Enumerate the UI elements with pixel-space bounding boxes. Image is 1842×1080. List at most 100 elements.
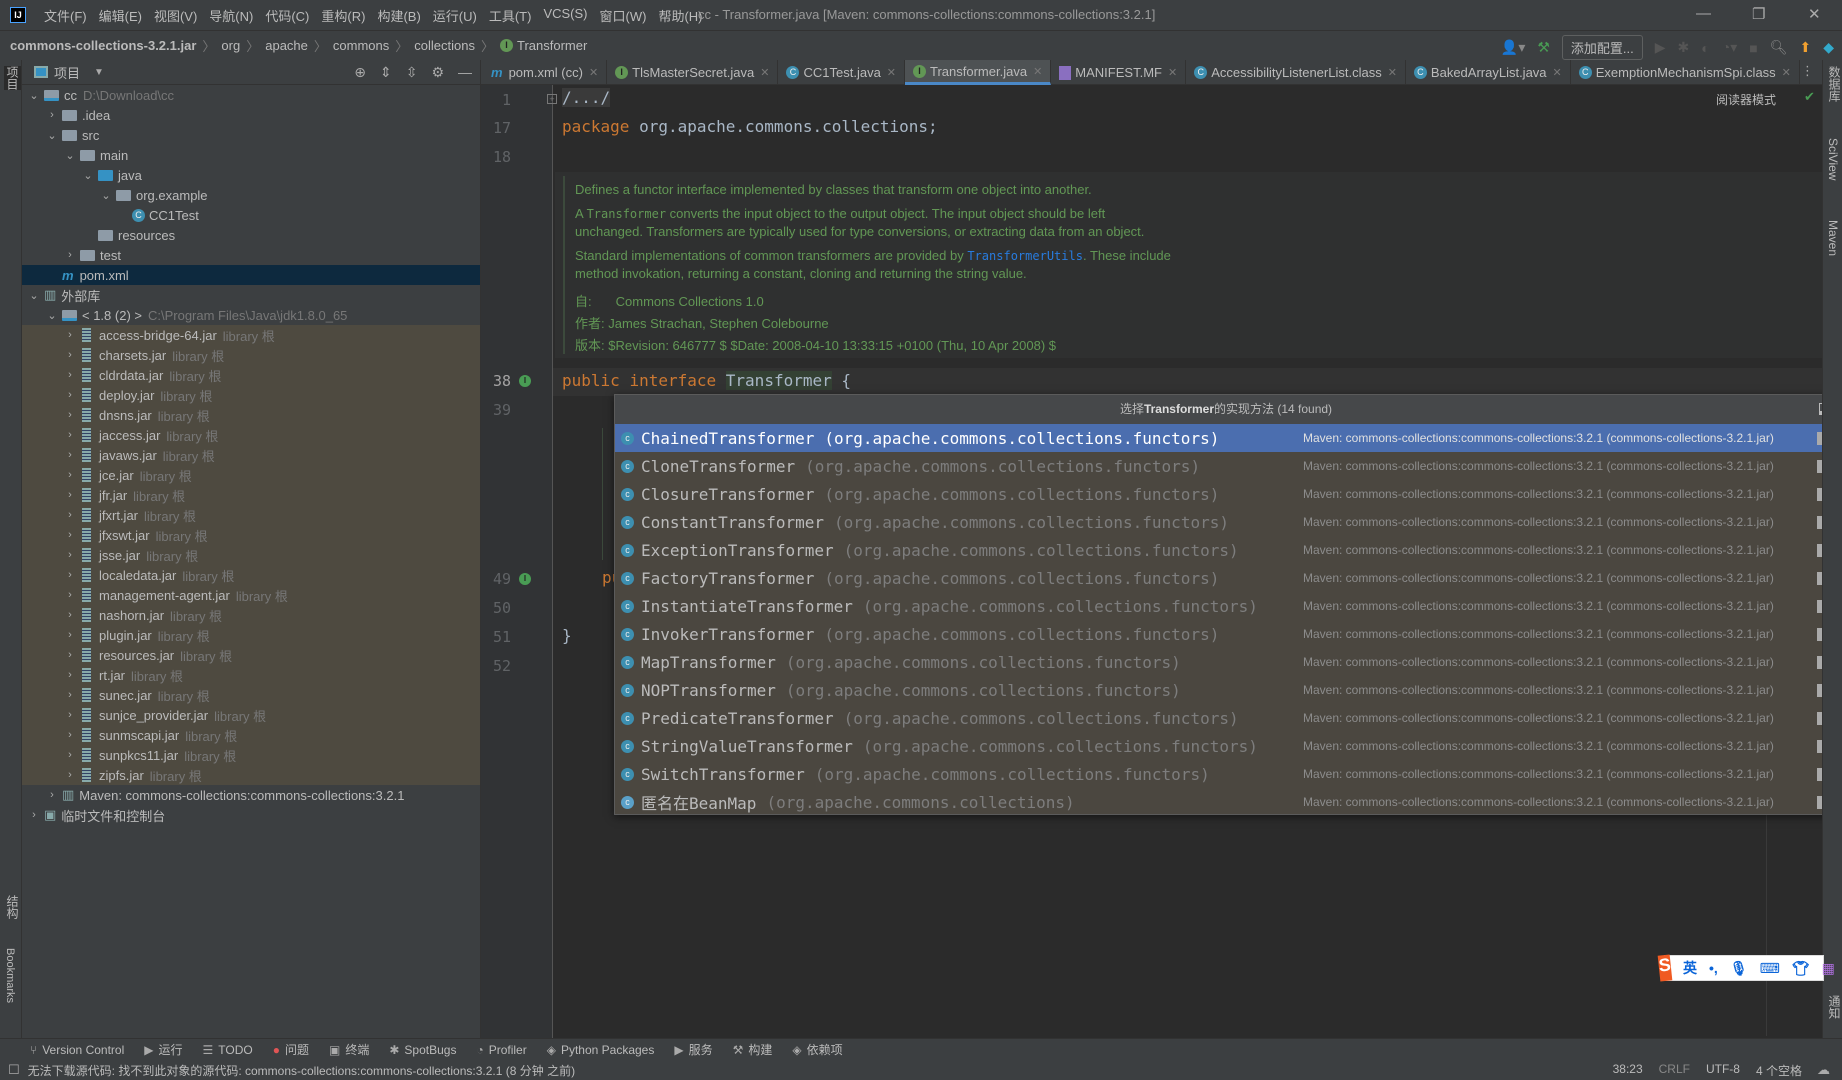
line-separator[interactable]: CRLF	[1659, 1062, 1690, 1079]
chevron-right-icon[interactable]: ›	[62, 329, 78, 341]
status-icon[interactable]: ☐	[8, 1062, 20, 1078]
chevron-right-icon[interactable]: ›	[62, 589, 78, 601]
tree-item[interactable]: › ▣ 临时文件和控制台	[22, 805, 480, 825]
chevron-right-icon[interactable]: ›	[62, 249, 78, 261]
tab-transformer-java[interactable]: I Transformer.java ✕	[905, 60, 1052, 85]
database-tool-button[interactable]: 数据库	[1826, 66, 1842, 102]
menu-item[interactable]: 编辑(E)	[93, 6, 148, 25]
chevron-down-icon[interactable]: ⌄	[44, 129, 60, 142]
chevron-down-icon[interactable]: ⌄	[98, 189, 114, 202]
tool-window-7[interactable]: ◈ Python Packages	[547, 1043, 655, 1057]
indent-setting[interactable]: 4 个空格	[1756, 1062, 1802, 1079]
close-window-button[interactable]: ✕	[1808, 5, 1821, 23]
tree-item-jar[interactable]: › localedata.jar library 根	[22, 565, 480, 585]
close-tab-icon[interactable]: ✕	[760, 66, 769, 79]
expand-all-icon[interactable]: ⇕	[380, 64, 392, 81]
tree-item-jar[interactable]: › jaccess.jar library 根	[22, 425, 480, 445]
tree-item-jar[interactable]: › jfxswt.jar library 根	[22, 525, 480, 545]
minimize-button[interactable]: —	[1696, 5, 1711, 22]
keyboard-icon[interactable]: ⌨	[1760, 960, 1780, 977]
menu-item[interactable]: 导航(N)	[203, 6, 259, 25]
close-tab-icon[interactable]: ✕	[1168, 66, 1177, 79]
tree-item-jar[interactable]: › jfr.jar library 根	[22, 485, 480, 505]
chevron-right-icon[interactable]: ›	[62, 669, 78, 681]
tree-item-jar[interactable]: › management-agent.jar library 根	[22, 585, 480, 605]
tree-item[interactable]: ⌄ cc D:\Download\cc	[22, 85, 480, 105]
chevron-right-icon[interactable]: ›	[62, 509, 78, 521]
chevron-down-icon[interactable]: ⌄	[62, 149, 78, 162]
coverage-icon[interactable]: ◐	[1701, 40, 1709, 56]
tree-item-jar[interactable]: › zipfs.jar library 根	[22, 765, 480, 785]
menu-item[interactable]: 窗口(W)	[594, 6, 653, 25]
tab-manifest-mf[interactable]: MANIFEST.MF ✕	[1051, 60, 1187, 85]
tree-item-jar[interactable]: › resources.jar library 根	[22, 645, 480, 665]
tree-item[interactable]: ⌄ main	[22, 145, 480, 165]
menu-item[interactable]: 文件(F)	[38, 6, 93, 25]
menu-item[interactable]: 运行(U)	[427, 6, 483, 25]
maven-tool-button[interactable]: Maven	[1826, 220, 1840, 256]
chevron-right-icon[interactable]: ›	[62, 369, 78, 381]
implementation-item[interactable]: c ExceptionTransformer (org.apache.commons…	[615, 536, 1837, 564]
close-tab-icon[interactable]: ✕	[1553, 66, 1562, 79]
tree-item-jar[interactable]: › sunec.jar library 根	[22, 685, 480, 705]
tree-item-jar[interactable]: › jce.jar library 根	[22, 465, 480, 485]
breadcrumb-transformer[interactable]: Transformer	[517, 38, 587, 53]
implementation-item[interactable]: c 匿名在BeanMap (org.apache.commons.collectio…	[615, 788, 1837, 816]
chevron-right-icon[interactable]: ›	[26, 809, 42, 821]
tab-bakedarraylist-java[interactable]: C BakedArrayList.java ✕	[1406, 60, 1571, 85]
chevron-right-icon[interactable]: ›	[62, 429, 78, 441]
close-tab-icon[interactable]: ✕	[1033, 65, 1042, 78]
sciview-tool-button[interactable]: SciView	[1826, 138, 1840, 180]
chevron-right-icon[interactable]: ›	[62, 689, 78, 701]
tab-tlsmastersecret-java[interactable]: I TlsMasterSecret.java ✕	[607, 60, 779, 85]
implementation-item[interactable]: c SwitchTransformer (org.apache.commons.co…	[615, 760, 1837, 788]
add-configuration-button[interactable]: 添加配置...	[1561, 35, 1643, 60]
chevron-right-icon[interactable]: ›	[62, 629, 78, 641]
ime-punctuation[interactable]: •,	[1709, 960, 1718, 976]
tree-item[interactable]: › .idea	[22, 105, 480, 125]
debug-icon[interactable]: ✱	[1678, 39, 1690, 56]
tree-item-jar[interactable]: › sunmscapi.jar library 根	[22, 725, 480, 745]
breadcrumb-org[interactable]: org	[221, 38, 240, 53]
tree-item[interactable]: m pom.xml	[22, 265, 480, 285]
tool-window-3[interactable]: ● 问题	[273, 1041, 309, 1058]
folded-header-comment[interactable]: /.../	[562, 88, 611, 107]
code-with-me-icon[interactable]: ◆	[1823, 39, 1834, 56]
gear-icon[interactable]: ⚙	[431, 64, 444, 81]
search-icon[interactable]: 🔍︎	[1770, 39, 1788, 56]
menu-item[interactable]: 重构(R)	[315, 6, 371, 25]
chevron-right-icon[interactable]: ›	[62, 489, 78, 501]
tool-window-6[interactable]: ◔ Profiler	[476, 1043, 526, 1057]
reader-mode-toggle[interactable]: 阅读器模式	[1716, 91, 1776, 108]
close-tab-icon[interactable]: ✕	[887, 66, 896, 79]
caret-position[interactable]: 38:23	[1613, 1062, 1643, 1079]
microphone-icon[interactable]: 🎙︎	[1730, 960, 1748, 977]
tree-item-jar[interactable]: › dnsns.jar library 根	[22, 405, 480, 425]
chevron-right-icon[interactable]: ›	[62, 389, 78, 401]
chevron-right-icon[interactable]: ›	[62, 769, 78, 781]
chevron-right-icon[interactable]: ›	[62, 409, 78, 421]
tab-pom-xml-cc-[interactable]: m pom.xml (cc) ✕	[481, 60, 608, 85]
breadcrumb-jar[interactable]: commons-collections-3.2.1.jar	[10, 38, 196, 53]
tree-item-jar[interactable]: › cldrdata.jar library 根	[22, 365, 480, 385]
tree-item-jar[interactable]: › jsse.jar library 根	[22, 545, 480, 565]
tree-item-jar[interactable]: › jfxrt.jar library 根	[22, 505, 480, 525]
hide-icon[interactable]: —	[458, 64, 472, 81]
tree-item[interactable]: ⌄ java	[22, 165, 480, 185]
tree-item-jar[interactable]: › access-bridge-64.jar library 根	[22, 325, 480, 345]
collapse-all-icon[interactable]: ⇳	[406, 64, 418, 81]
maximize-button[interactable]: ❐	[1752, 5, 1765, 23]
chevron-right-icon[interactable]: ›	[44, 109, 60, 121]
chevron-down-icon[interactable]: ▼	[94, 67, 104, 78]
tree-item-jar[interactable]: › rt.jar library 根	[22, 665, 480, 685]
menu-item[interactable]: 构建(B)	[371, 6, 426, 25]
chevron-right-icon[interactable]: ›	[62, 569, 78, 581]
implementation-item[interactable]: c MapTransformer (org.apache.commons.colle…	[615, 648, 1837, 676]
close-tab-icon[interactable]: ✕	[1388, 66, 1397, 79]
implementation-item[interactable]: c CloneTransformer (org.apache.commons.col…	[615, 452, 1837, 480]
ime-language[interactable]: 英	[1683, 958, 1697, 978]
update-icon[interactable]: ⬆	[1799, 39, 1811, 56]
chevron-right-icon[interactable]: ›	[62, 469, 78, 481]
breadcrumb-commons[interactable]: commons	[333, 38, 389, 53]
chevron-right-icon[interactable]: ›	[62, 449, 78, 461]
